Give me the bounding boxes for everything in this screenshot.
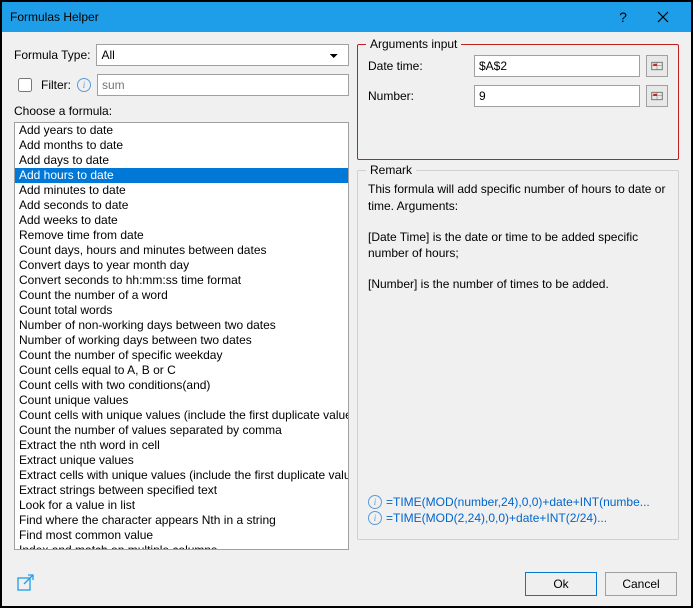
formula-item[interactable]: Extract strings between specified text xyxy=(15,483,348,498)
formula-item[interactable]: Add minutes to date xyxy=(15,183,348,198)
info-icon: i xyxy=(368,511,382,525)
formula-item[interactable]: Count the number of a word xyxy=(15,288,348,303)
formula-item[interactable]: Add days to date xyxy=(15,153,348,168)
formula-item[interactable]: Look for a value in list xyxy=(15,498,348,513)
formula-item[interactable]: Extract cells with unique values (includ… xyxy=(15,468,348,483)
info-icon: i xyxy=(368,495,382,509)
formula-item[interactable]: Convert seconds to hh:mm:ss time format xyxy=(15,273,348,288)
window-title: Formulas Helper xyxy=(10,10,603,24)
formula-type-label: Formula Type: xyxy=(14,48,90,62)
choose-formula-label: Choose a formula: xyxy=(14,104,349,118)
formula-item[interactable]: Count days, hours and minutes between da… xyxy=(15,243,348,258)
formula-item[interactable]: Number of non-working days between two d… xyxy=(15,318,348,333)
range-select-icon xyxy=(651,90,663,102)
formula-item[interactable]: Add weeks to date xyxy=(15,213,348,228)
remark-text-3: [Number] is the number of times to be ad… xyxy=(368,276,668,293)
formula-item[interactable]: Find where the character appears Nth in … xyxy=(15,513,348,528)
content-area: Formula Type: All Filter: i Choose a for… xyxy=(2,32,691,562)
number-label: Number: xyxy=(368,89,468,103)
info-icon[interactable]: i xyxy=(77,78,91,92)
number-input[interactable] xyxy=(474,85,640,107)
formula-item[interactable]: Extract the nth word in cell xyxy=(15,438,348,453)
datetime-label: Date time: xyxy=(368,59,468,73)
formula-item[interactable]: Count total words xyxy=(15,303,348,318)
formula-item[interactable]: Number of working days between two dates xyxy=(15,333,348,348)
datetime-ref-button[interactable] xyxy=(646,55,668,77)
number-ref-button[interactable] xyxy=(646,85,668,107)
dialog-window: Formulas Helper ? Formula Type: All Filt… xyxy=(0,0,693,608)
filter-input[interactable] xyxy=(97,74,349,96)
filter-label: Filter: xyxy=(41,78,71,92)
formula-item[interactable]: Extract unique values xyxy=(15,453,348,468)
share-icon[interactable] xyxy=(16,574,36,594)
formula-item[interactable]: Count unique values xyxy=(15,393,348,408)
range-select-icon xyxy=(651,60,663,72)
ok-button[interactable]: Ok xyxy=(525,572,597,596)
formula-item[interactable]: Add seconds to date xyxy=(15,198,348,213)
formula-type-select[interactable]: All xyxy=(96,44,349,66)
formula-preview-2: i =TIME(MOD(2,24),0,0)+date+INT(2/24)... xyxy=(368,511,668,525)
filter-checkbox[interactable] xyxy=(18,78,32,92)
formula-item[interactable]: Count the number of values separated by … xyxy=(15,423,348,438)
formula-item[interactable]: Add hours to date xyxy=(15,168,348,183)
formula-item[interactable]: Convert days to year month day xyxy=(15,258,348,273)
formula-preview-1: i =TIME(MOD(number,24),0,0)+date+INT(num… xyxy=(368,495,668,509)
remark-text-1: This formula will add specific number of… xyxy=(368,181,668,215)
remark-fieldset: Remark This formula will add specific nu… xyxy=(357,170,679,540)
footer: Ok Cancel xyxy=(2,562,691,606)
formula-item[interactable]: Add months to date xyxy=(15,138,348,153)
left-panel: Formula Type: All Filter: i Choose a for… xyxy=(14,44,349,550)
formula-item[interactable]: Remove time from date xyxy=(15,228,348,243)
formula-item[interactable]: Add years to date xyxy=(15,123,348,138)
help-button[interactable]: ? xyxy=(603,2,643,32)
arguments-fieldset: Arguments input Date time: Number: xyxy=(357,44,679,160)
remark-text-2: [Date Time] is the date or time to be ad… xyxy=(368,229,668,263)
formula-item[interactable]: Find most common value xyxy=(15,528,348,543)
arguments-legend: Arguments input xyxy=(366,37,461,51)
formula-item[interactable]: Count the number of specific weekday xyxy=(15,348,348,363)
formula-list[interactable]: Add years to dateAdd months to dateAdd d… xyxy=(14,122,349,550)
formula-item[interactable]: Count cells with unique values (include … xyxy=(15,408,348,423)
right-panel: Arguments input Date time: Number: xyxy=(357,44,679,550)
formula-item[interactable]: Count cells with two conditions(and) xyxy=(15,378,348,393)
titlebar: Formulas Helper ? xyxy=(2,2,691,32)
remark-legend: Remark xyxy=(366,163,416,177)
close-button[interactable] xyxy=(643,2,683,32)
formula-item[interactable]: Count cells equal to A, B or C xyxy=(15,363,348,378)
formula-item[interactable]: Index and match on multiple columns xyxy=(15,543,348,550)
datetime-input[interactable] xyxy=(474,55,640,77)
cancel-button[interactable]: Cancel xyxy=(605,572,677,596)
